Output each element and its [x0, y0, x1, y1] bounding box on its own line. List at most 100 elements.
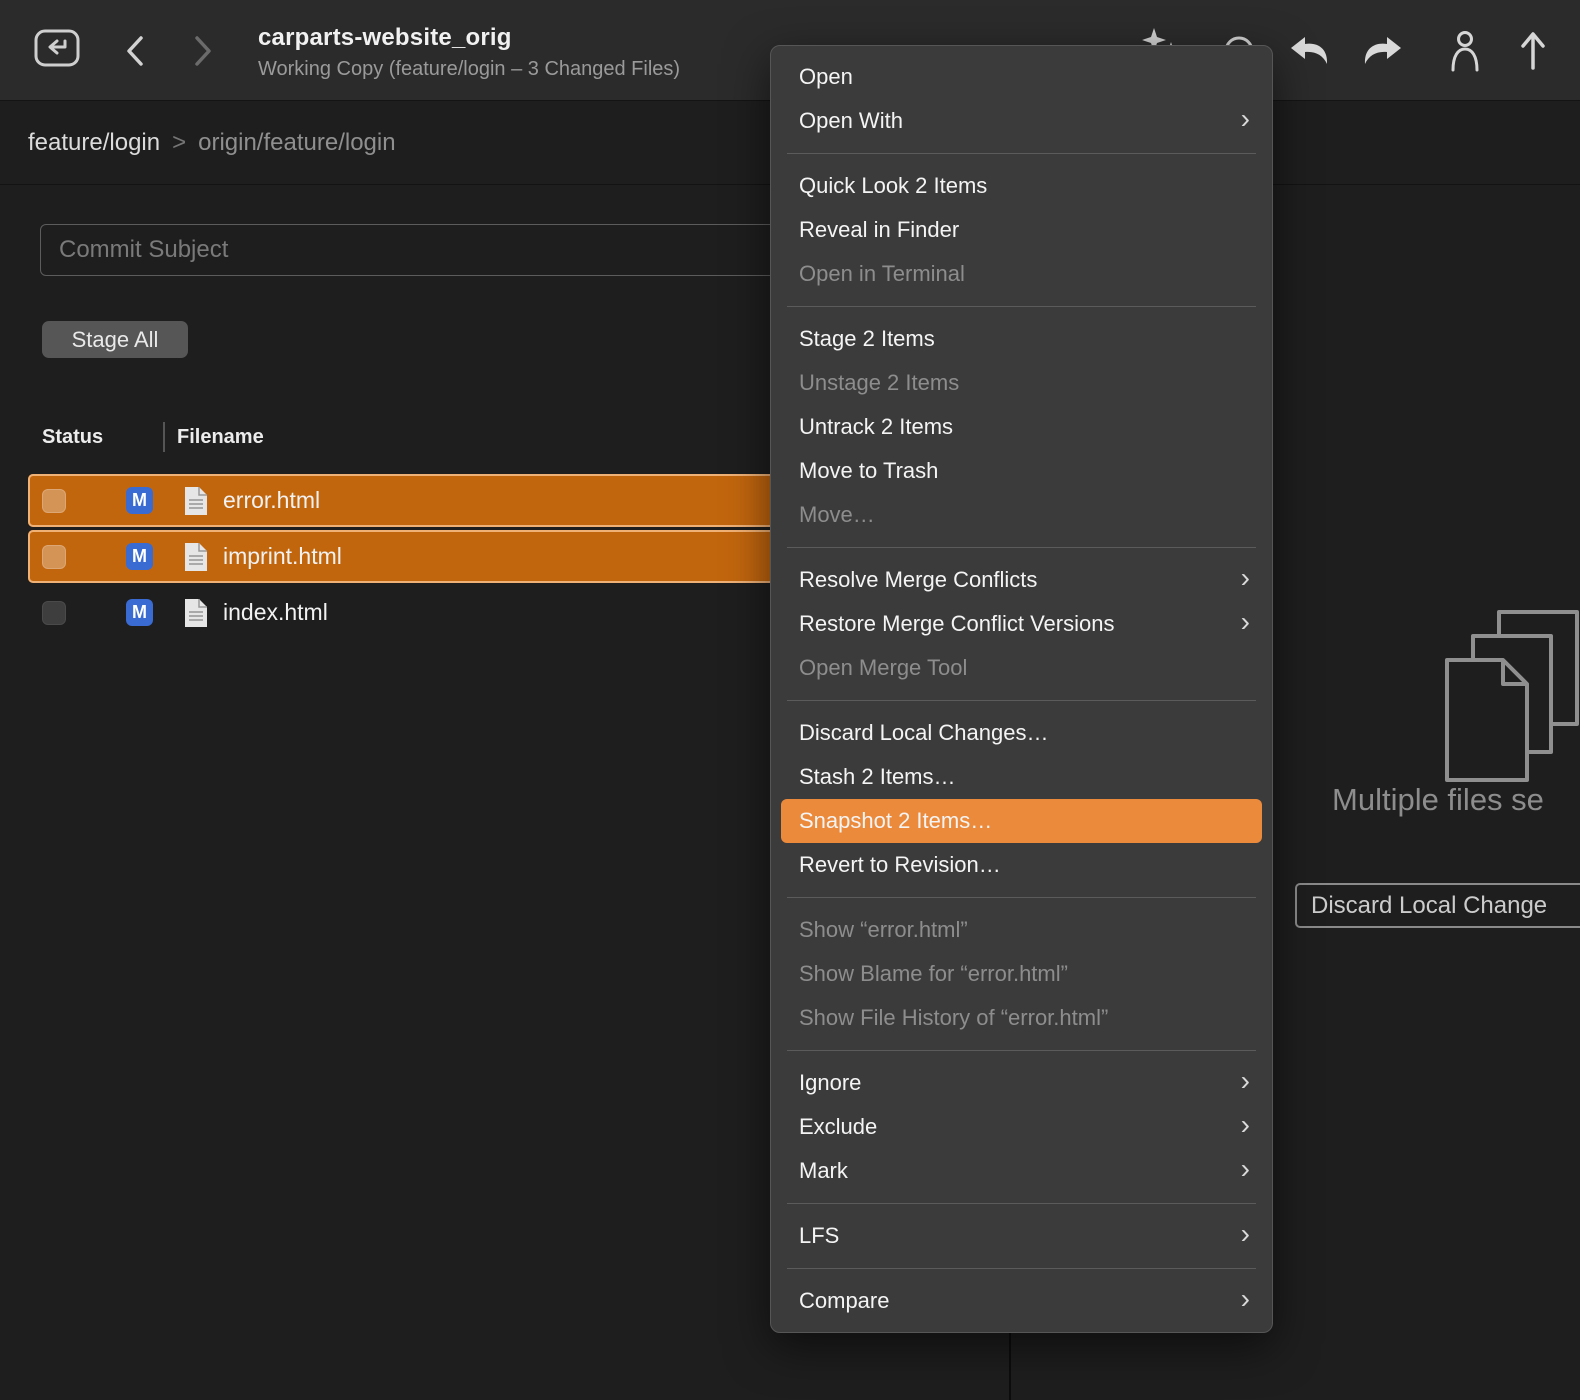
- menu-item-label: Untrack 2 Items: [799, 414, 953, 440]
- menu-item-open-merge-tool: Open Merge Tool: [771, 646, 1272, 690]
- menu-item-label: Open: [799, 64, 853, 90]
- column-header-filename[interactable]: Filename: [177, 426, 264, 449]
- file-icon: [183, 598, 209, 628]
- context-menu: Open Open With › Quick Look 2 Items Reveal i…: [770, 45, 1273, 1333]
- menu-item-label: Show Blame for “error.html”: [799, 961, 1068, 987]
- menu-item-ignore[interactable]: Ignore ›: [771, 1061, 1272, 1105]
- menu-item-label: Quick Look 2 Items: [799, 173, 987, 199]
- breadcrumb-local-branch[interactable]: feature/login: [28, 129, 160, 157]
- filename: error.html: [223, 487, 320, 514]
- breadcrumb-separator: >: [172, 129, 186, 157]
- chevron-right-icon: ›: [1241, 1285, 1250, 1313]
- menu-item-move-to-trash[interactable]: Move to Trash: [771, 449, 1272, 493]
- chevron-right-icon: ›: [1241, 1220, 1250, 1248]
- filename: imprint.html: [223, 543, 342, 570]
- menu-item-restore-merge-conflict-versions[interactable]: Restore Merge Conflict Versions ›: [771, 602, 1272, 646]
- menu-item-label: Mark: [799, 1158, 848, 1184]
- menu-separator: [787, 700, 1256, 701]
- menu-item-lfs[interactable]: LFS ›: [771, 1214, 1272, 1258]
- stage-all-button[interactable]: Stage All: [42, 321, 188, 358]
- menu-item-show-blame-for-error-html: Show Blame for “error.html”: [771, 952, 1272, 996]
- menu-item-label: Compare: [799, 1288, 889, 1314]
- menu-item-mark[interactable]: Mark ›: [771, 1149, 1272, 1193]
- file-icon: [183, 542, 209, 572]
- chevron-right-icon: ›: [1241, 1067, 1250, 1095]
- multiple-files-icon: [1441, 608, 1580, 793]
- chevron-right-icon: ›: [1241, 105, 1250, 133]
- menu-item-reveal-in-finder[interactable]: Reveal in Finder: [771, 208, 1272, 252]
- menu-separator: [787, 547, 1256, 548]
- menu-item-label: Show “error.html”: [799, 917, 968, 943]
- menu-item-label: Open Merge Tool: [799, 655, 967, 681]
- chevron-right-icon: ›: [1241, 1111, 1250, 1139]
- stage-checkbox[interactable]: [42, 489, 66, 513]
- chevron-right-icon: ›: [1241, 1155, 1250, 1183]
- menu-item-open-in-terminal: Open in Terminal: [771, 252, 1272, 296]
- file-icon: [183, 486, 209, 516]
- menu-item-untrack-2-items[interactable]: Untrack 2 Items: [771, 405, 1272, 449]
- menu-item-label: Show File History of “error.html”: [799, 1005, 1108, 1031]
- menu-item-open-with[interactable]: Open With ›: [771, 99, 1272, 143]
- column-divider[interactable]: [163, 422, 165, 452]
- menu-item-revert-to-revision[interactable]: Revert to Revision…: [771, 843, 1272, 887]
- menu-item-label: Resolve Merge Conflicts: [799, 567, 1037, 593]
- menu-item-show-file-history-of-error-html: Show File History of “error.html”: [771, 996, 1272, 1040]
- menu-separator: [787, 1203, 1256, 1204]
- menu-item-label: Open With: [799, 108, 903, 134]
- breadcrumb-remote-branch[interactable]: origin/feature/login: [198, 129, 395, 157]
- menu-item-show-error-html: Show “error.html”: [771, 908, 1272, 952]
- person-icon[interactable]: [1447, 28, 1483, 79]
- menu-item-label: Exclude: [799, 1114, 877, 1140]
- panel-divider[interactable]: [1009, 1331, 1011, 1400]
- menu-item-exclude[interactable]: Exclude ›: [771, 1105, 1272, 1149]
- column-header-status[interactable]: Status: [42, 426, 103, 449]
- discard-local-changes-button[interactable]: Discard Local Change: [1295, 883, 1580, 928]
- menu-item-stage-2-items[interactable]: Stage 2 Items: [771, 317, 1272, 361]
- chevron-right-icon: ›: [1241, 564, 1250, 592]
- menu-item-label: Snapshot 2 Items…: [799, 808, 992, 834]
- menu-item-label: Restore Merge Conflict Versions: [799, 611, 1114, 637]
- menu-item-label: Discard Local Changes…: [799, 720, 1048, 746]
- menu-item-discard-local-changes[interactable]: Discard Local Changes…: [771, 711, 1272, 755]
- menu-item-compare[interactable]: Compare ›: [771, 1279, 1272, 1323]
- menu-item-label: Reveal in Finder: [799, 217, 959, 243]
- menu-separator: [787, 1050, 1256, 1051]
- modified-status-badge: M: [126, 543, 153, 570]
- forward-button[interactable]: [192, 35, 214, 72]
- menu-item-open[interactable]: Open: [771, 55, 1272, 99]
- stage-checkbox[interactable]: [42, 545, 66, 569]
- menu-item-label: Ignore: [799, 1070, 861, 1096]
- menu-separator: [787, 897, 1256, 898]
- title-block: carparts-website_orig Working Copy (feat…: [258, 24, 680, 81]
- menu-item-label: Move…: [799, 502, 875, 528]
- menu-item-stash-2-items[interactable]: Stash 2 Items…: [771, 755, 1272, 799]
- working-copy-icon[interactable]: [34, 28, 80, 73]
- repository-title: carparts-website_orig: [258, 24, 680, 52]
- undo-curved-arrow-icon[interactable]: [1288, 36, 1332, 71]
- redo-curved-arrow-icon[interactable]: [1360, 36, 1404, 71]
- stage-checkbox[interactable]: [42, 601, 66, 625]
- menu-item-label: Open in Terminal: [799, 261, 965, 287]
- app-window: carparts-website_orig Working Copy (feat…: [0, 0, 1580, 1400]
- menu-item-label: Revert to Revision…: [799, 852, 1001, 878]
- push-arrow-icon[interactable]: [1515, 28, 1551, 79]
- chevron-right-icon: ›: [1241, 608, 1250, 636]
- menu-item-label: Stash 2 Items…: [799, 764, 956, 790]
- working-copy-subtitle: Working Copy (feature/login – 3 Changed …: [258, 58, 680, 81]
- menu-item-label: Stage 2 Items: [799, 326, 935, 352]
- menu-item-move: Move…: [771, 493, 1272, 537]
- menu-separator: [787, 306, 1256, 307]
- modified-status-badge: M: [126, 599, 153, 626]
- menu-separator: [787, 1268, 1256, 1269]
- menu-item-quick-look-2-items[interactable]: Quick Look 2 Items: [771, 164, 1272, 208]
- modified-status-badge: M: [126, 487, 153, 514]
- menu-item-resolve-merge-conflicts[interactable]: Resolve Merge Conflicts ›: [771, 558, 1272, 602]
- menu-item-label: LFS: [799, 1223, 839, 1249]
- menu-separator: [787, 153, 1256, 154]
- menu-item-label: Move to Trash: [799, 458, 938, 484]
- filename: index.html: [223, 599, 328, 626]
- menu-item-snapshot-2-items[interactable]: Snapshot 2 Items…: [781, 799, 1262, 843]
- back-button[interactable]: [124, 35, 146, 72]
- menu-item-unstage-2-items: Unstage 2 Items: [771, 361, 1272, 405]
- selection-message: Multiple files se: [1332, 782, 1544, 818]
